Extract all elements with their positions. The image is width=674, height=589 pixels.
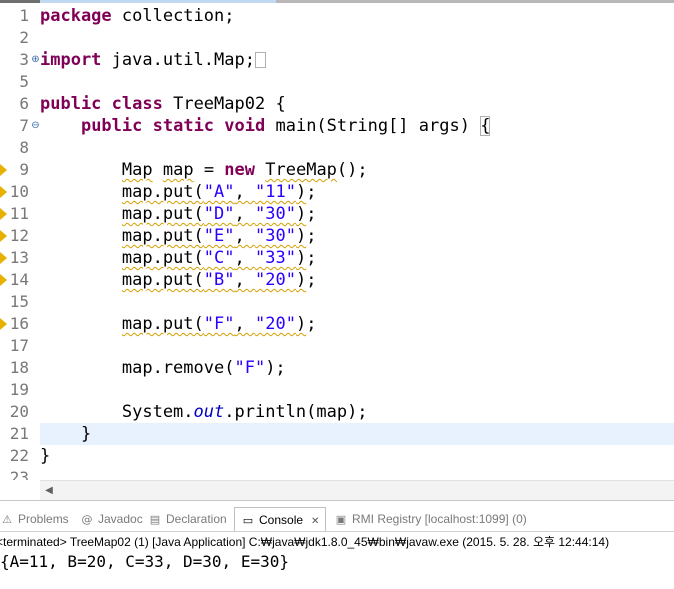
- line-number: 21: [9, 424, 29, 443]
- code-line[interactable]: 8: [0, 137, 674, 159]
- code-text: map.put("B", "20");: [121, 270, 317, 290]
- code-line[interactable]: 5: [0, 71, 674, 93]
- code-text: }: [40, 424, 92, 444]
- code-line[interactable]: 1 package collection;: [0, 5, 674, 27]
- warning-marker-icon[interactable]: [0, 274, 7, 286]
- line-number: 6: [19, 94, 29, 113]
- tab-label: Declaration: [166, 512, 227, 526]
- code-text: }: [40, 446, 51, 466]
- line-number: 2: [19, 28, 29, 47]
- code-line[interactable]: 9 Map map = new TreeMap();: [0, 159, 674, 181]
- code-line[interactable]: 18 map.remove("F");: [0, 357, 674, 379]
- code-line[interactable]: 22}: [0, 445, 674, 467]
- code-text: map.put("D", "30");: [121, 204, 317, 224]
- code-line[interactable]: 16 map.put("F", "20");: [0, 313, 674, 335]
- line-number: 8: [19, 138, 29, 157]
- horizontal-scrollbar[interactable]: ◀: [40, 480, 674, 501]
- declaration-icon: ▤: [149, 513, 161, 526]
- code-line[interactable]: 14 map.put("B", "20");: [0, 269, 674, 291]
- code-line[interactable]: 11 map.put("D", "30");: [0, 203, 674, 225]
- code-text: public static void main(String[] args) {: [80, 116, 491, 136]
- line-number: 1: [19, 6, 29, 25]
- line-number: 19: [9, 380, 29, 399]
- fold-expand-icon[interactable]: ⊕: [31, 55, 40, 65]
- close-icon[interactable]: ✕: [311, 510, 319, 534]
- scroll-left-arrow-icon[interactable]: ◀: [40, 481, 58, 501]
- code-line[interactable]: 12 map.put("E", "30");: [0, 225, 674, 247]
- code-text: map.put("A", "11");: [121, 182, 317, 202]
- code-line[interactable]: 20 System.out.println(map);: [0, 401, 674, 423]
- code-text: map.put("C", "33");: [121, 248, 317, 268]
- line-number: 15: [9, 292, 29, 311]
- editor-top-border: [0, 0, 674, 3]
- line-number: 7: [19, 116, 29, 135]
- line-number: 23: [9, 468, 29, 480]
- tab-label: Problems: [18, 512, 69, 526]
- fold-collapse-icon[interactable]: ⊖: [31, 121, 40, 131]
- code-text: Map map = new TreeMap();: [121, 160, 368, 180]
- rmi-registry-icon: ▣: [335, 513, 347, 526]
- console-status-line: <terminated> TreeMap02 (1) [Java Applica…: [0, 535, 610, 549]
- problems-icon: ⚠: [2, 513, 12, 526]
- views-tab-bar: ⚠ Problems @ Javadoc ▤ Declaration ▭ Console ✕ ▣ R…: [0, 507, 674, 532]
- line-number: 20: [9, 402, 29, 421]
- code-line[interactable]: 21 }: [0, 423, 674, 445]
- code-text: package collection;: [40, 6, 235, 26]
- tab-console[interactable]: ▭ Console ✕: [234, 507, 327, 534]
- line-number: 3: [19, 50, 29, 69]
- tab-label: Console: [259, 513, 304, 527]
- code-line[interactable]: 19: [0, 379, 674, 401]
- console-icon: ▭: [242, 514, 254, 527]
- code-line[interactable]: 13 map.put("C", "33");: [0, 247, 674, 269]
- tab-label: Javadoc: [98, 512, 143, 526]
- code-line[interactable]: 2: [0, 27, 674, 49]
- line-number: 22: [9, 446, 29, 465]
- tab-declaration[interactable]: ▤ Declaration: [148, 507, 227, 531]
- warning-marker-icon[interactable]: [0, 164, 7, 176]
- code-line[interactable]: 3 ⊕ import java.util.Map;: [0, 49, 674, 71]
- warning-marker-icon[interactable]: [0, 318, 7, 330]
- code-line[interactable]: 6 public class TreeMap02 {: [0, 93, 674, 115]
- code-line[interactable]: 17: [0, 335, 674, 357]
- warning-marker-icon[interactable]: [0, 186, 7, 198]
- code-text: public class TreeMap02 {: [40, 94, 286, 114]
- line-number: 5: [19, 72, 29, 91]
- line-number: 17: [9, 336, 29, 355]
- warning-marker-icon[interactable]: [0, 252, 7, 264]
- bottom-views-panel: ⚠ Problems @ Javadoc ▤ Declaration ▭ Console ✕ ▣ R…: [0, 500, 674, 589]
- code-line[interactable]: 7 ⊖ public static void main(String[] args…: [0, 115, 674, 137]
- tab-problems[interactable]: ⚠ Problems: [0, 507, 69, 531]
- code-editor[interactable]: 1 package collection; 2 3 ⊕ import java.util.…: [0, 0, 674, 480]
- tab-label: RMI Registry [localhost:1099] (0): [352, 512, 527, 526]
- tab-rmi-registry[interactable]: ▣ RMI Registry [localhost:1099] (0): [334, 507, 527, 531]
- javadoc-icon: @: [81, 513, 93, 526]
- code-line[interactable]: 15: [0, 291, 674, 313]
- line-number: 18: [9, 358, 29, 377]
- warning-marker-icon[interactable]: [0, 230, 7, 242]
- code-text: map.remove("F");: [40, 358, 286, 378]
- code-line[interactable]: 23: [0, 467, 674, 480]
- tab-javadoc[interactable]: @ Javadoc: [80, 507, 143, 531]
- code-text: map.put("F", "20");: [121, 314, 317, 334]
- code-text: import java.util.Map;: [40, 49, 266, 71]
- code-line[interactable]: 10 map.put("A", "11");: [0, 181, 674, 203]
- code-text: map.put("E", "30");: [121, 226, 317, 246]
- console-output[interactable]: {A=11, B=20, C=33, D=30, E=30}: [0, 552, 289, 572]
- code-text: System.out.println(map);: [40, 402, 368, 422]
- warning-marker-icon[interactable]: [0, 208, 7, 220]
